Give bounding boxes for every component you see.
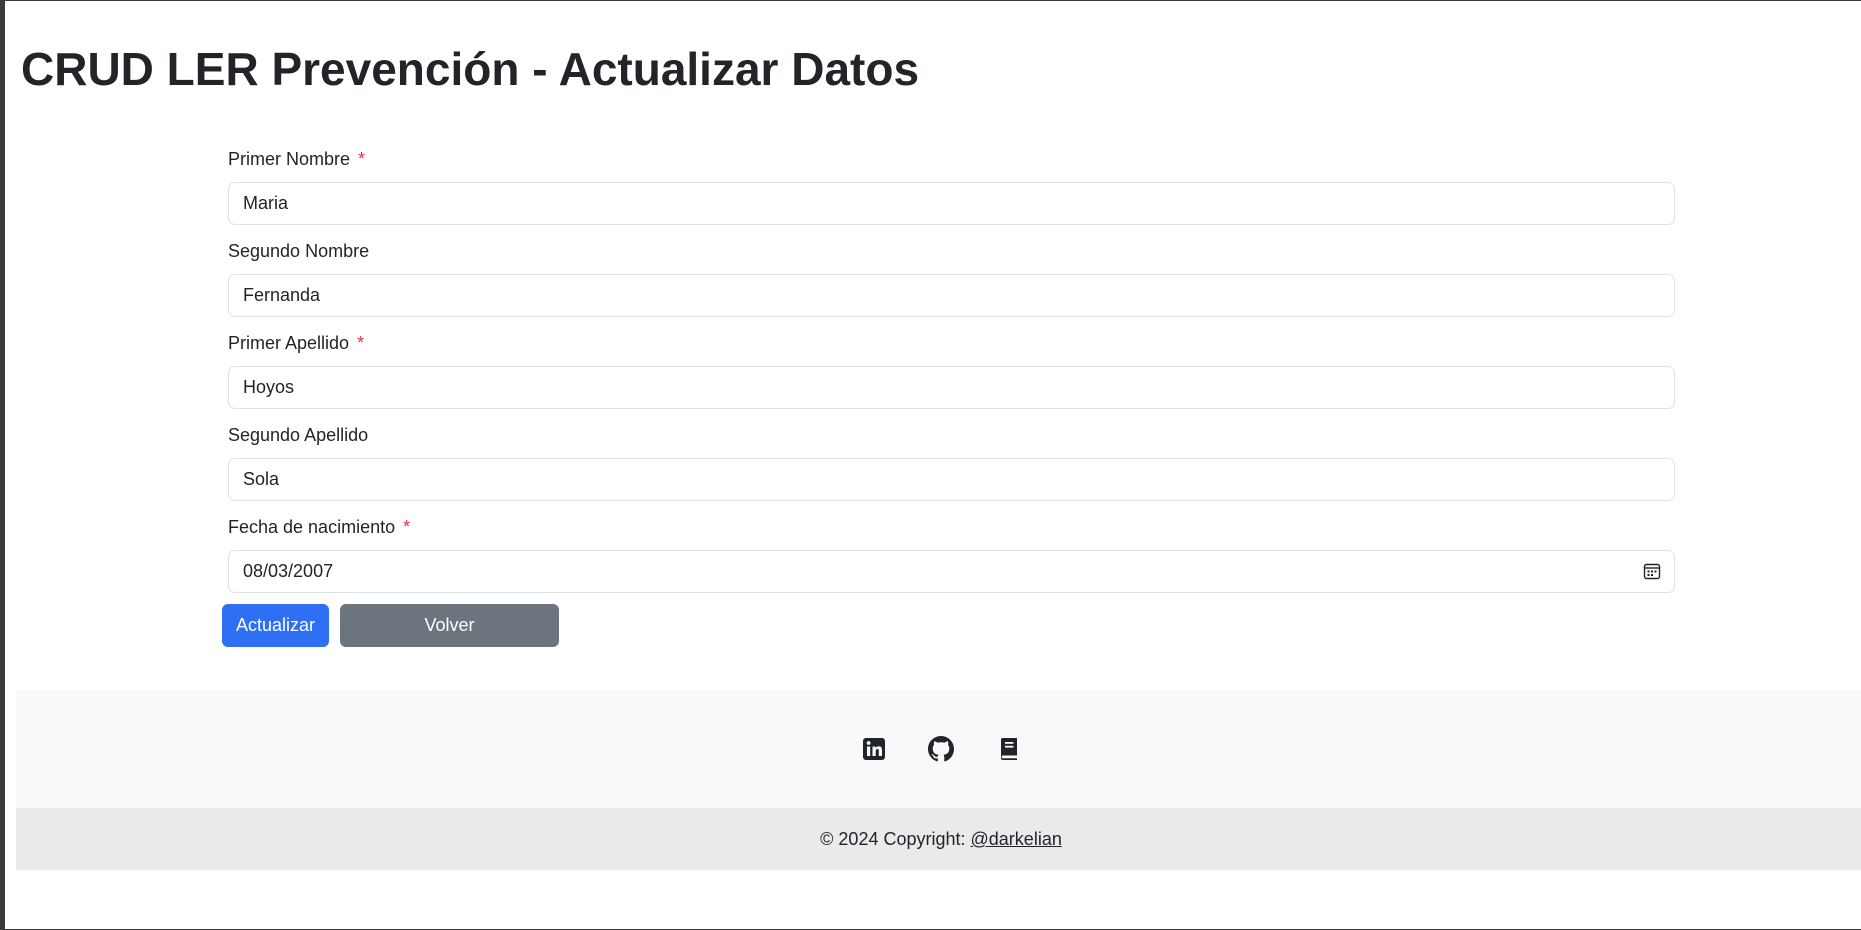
linkedin-icon[interactable] <box>861 736 887 762</box>
field-label: Segundo Nombre <box>228 239 369 263</box>
field-label: Primer Apellido * <box>228 331 364 355</box>
github-icon[interactable] <box>928 736 954 762</box>
field-segundo-nombre: Segundo Nombre <box>228 233 1675 325</box>
field-primer-nombre: Primer Nombre * <box>228 141 1675 233</box>
required-marker: * <box>403 517 411 537</box>
field-label: Segundo Apellido <box>228 423 368 447</box>
primer-apellido-input[interactable] <box>228 366 1675 409</box>
field-label: Primer Nombre * <box>228 147 365 171</box>
app-window: CRUD LER Prevención - Actualizar Datos P… <box>0 0 1861 930</box>
field-label-text: Primer Nombre <box>228 149 351 169</box>
required-marker: * <box>357 333 365 353</box>
field-label-text: Fecha de nacimiento <box>228 517 396 537</box>
copyright-text: © 2024 Copyright: <box>820 829 971 849</box>
field-label: Fecha de nacimiento * <box>228 515 410 539</box>
field-segundo-apellido: Segundo Apellido <box>228 417 1675 509</box>
author-link[interactable]: @darkelian <box>971 829 1062 849</box>
page-title: CRUD LER Prevención - Actualizar Datos <box>21 43 920 95</box>
update-form: Primer Nombre * Segundo Nombre Primer Ape… <box>228 141 1675 601</box>
update-button[interactable]: Actualizar <box>222 604 329 647</box>
primer-nombre-input[interactable] <box>228 182 1675 225</box>
copyright-bar: © 2024 Copyright: @darkelian <box>16 808 1861 870</box>
fecha-nacimiento-input[interactable] <box>228 550 1675 593</box>
segundo-nombre-input[interactable] <box>228 274 1675 317</box>
field-label-text: Segundo Apellido <box>228 425 369 445</box>
social-links <box>16 690 1861 808</box>
segundo-apellido-input[interactable] <box>228 458 1675 501</box>
field-fecha-nacimiento: Fecha de nacimiento * <box>228 509 1675 601</box>
calendar-icon[interactable] <box>1643 562 1661 580</box>
field-primer-apellido: Primer Apellido * <box>228 325 1675 417</box>
field-label-text: Segundo Nombre <box>228 241 370 261</box>
required-marker: * <box>358 149 366 169</box>
back-button[interactable]: Volver <box>340 604 559 647</box>
field-label-text: Primer Apellido <box>228 333 350 353</box>
footer: © 2024 Copyright: @darkelian <box>16 690 1861 870</box>
book-icon[interactable] <box>996 736 1022 762</box>
